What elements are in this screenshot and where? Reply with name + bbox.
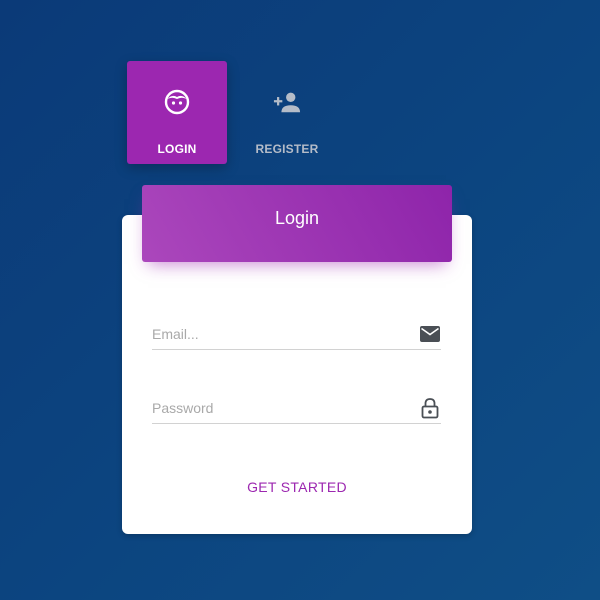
email-input[interactable] bbox=[152, 321, 407, 347]
card-title: Login bbox=[274, 207, 320, 228]
email-field bbox=[152, 321, 441, 350]
lock-icon bbox=[419, 397, 441, 419]
tab-login[interactable]: LOGIN bbox=[127, 61, 227, 164]
face-icon bbox=[163, 88, 191, 116]
tab-login-label: LOGIN bbox=[157, 142, 197, 156]
tab-register[interactable]: REGISTER bbox=[237, 61, 337, 164]
person-add-icon bbox=[273, 88, 301, 116]
password-input[interactable] bbox=[152, 395, 407, 421]
card-header: Login bbox=[142, 185, 452, 262]
tab-register-label: REGISTER bbox=[255, 142, 319, 156]
password-field bbox=[152, 395, 441, 424]
get-started-button[interactable]: GET STARTED bbox=[122, 476, 472, 498]
email-icon bbox=[419, 323, 441, 345]
